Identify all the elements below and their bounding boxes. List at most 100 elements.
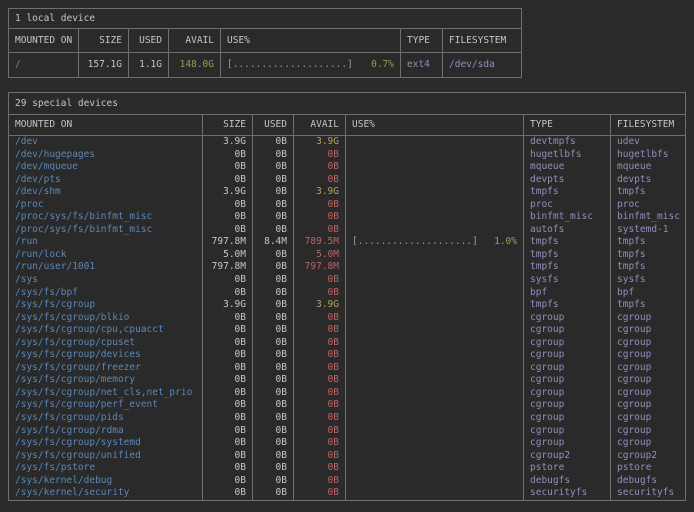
usage-percent: 0.7%: [371, 53, 394, 77]
used-value: 0B: [253, 224, 294, 237]
table-row: /dev/pts 0B 0B 0B devpts devpts: [9, 174, 685, 187]
size-value: 0B: [203, 274, 253, 287]
used-value: 0B: [253, 450, 294, 463]
table-row: /sys/fs/cgroup/freezer 0B 0B 0B cgroup c…: [9, 362, 685, 375]
used-value: 0B: [253, 174, 294, 187]
table-row: /dev/hugepages 0B 0B 0B hugetlbfs hugetl…: [9, 149, 685, 162]
avail-value: 0B: [294, 174, 346, 187]
mount-point: /run/user/1001: [9, 261, 203, 274]
mount-point: /dev/pts: [9, 174, 203, 187]
avail-value: 0B: [294, 274, 346, 287]
avail-value: 0B: [294, 437, 346, 450]
fs-type: tmpfs: [524, 236, 611, 249]
usage-bar-cell: [346, 249, 524, 262]
special-devices-table: 29 special devices MOUNTED ON SIZE USED …: [8, 92, 686, 501]
usage-bar-cell: [346, 287, 524, 300]
usage-bar: [....................]: [352, 236, 478, 249]
table-row: /sys/fs/cgroup/rdma 0B 0B 0B cgroup cgro…: [9, 425, 685, 438]
avail-value: 0B: [294, 287, 346, 300]
size-value: 0B: [203, 362, 253, 375]
used-value: 0B: [253, 249, 294, 262]
fs-type: ext4: [401, 53, 443, 77]
fs-type: cgroup: [524, 362, 611, 375]
usage-bar-cell: [346, 186, 524, 199]
mount-point: /: [9, 53, 79, 77]
used-value: 0B: [253, 136, 294, 149]
header-type: TYPE: [401, 29, 443, 52]
fs-type: sysfs: [524, 274, 611, 287]
table-row: /sys/fs/cgroup/memory 0B 0B 0B cgroup cg…: [9, 374, 685, 387]
header-filesystem: FILESYSTEM: [611, 115, 685, 135]
used-value: 0B: [253, 374, 294, 387]
special-table-rows: /dev 3.9G 0B 3.9G devtmpfs udev /dev/hug…: [9, 136, 685, 500]
filesystem: cgroup: [611, 387, 685, 400]
header-filesystem: FILESYSTEM: [443, 29, 521, 52]
size-value: 0B: [203, 425, 253, 438]
avail-value: 0B: [294, 337, 346, 350]
used-value: 0B: [253, 437, 294, 450]
table-row: /dev/mqueue 0B 0B 0B mqueue mqueue: [9, 161, 685, 174]
fs-type: cgroup: [524, 437, 611, 450]
usage-bar-cell: [....................]0.7%: [221, 53, 401, 77]
filesystem: cgroup: [611, 437, 685, 450]
size-value: 3.9G: [203, 186, 253, 199]
fs-type: cgroup: [524, 312, 611, 325]
size-value: 0B: [203, 337, 253, 350]
table-row: /sys/fs/cgroup/perf_event 0B 0B 0B cgrou…: [9, 399, 685, 412]
table-row: /sys/fs/cgroup/cpu,cpuacct 0B 0B 0B cgro…: [9, 324, 685, 337]
filesystem: cgroup: [611, 362, 685, 375]
used-value: 0B: [253, 299, 294, 312]
table-row: /sys/kernel/security 0B 0B 0B securityfs…: [9, 487, 685, 500]
table-row: /dev 3.9G 0B 3.9G devtmpfs udev: [9, 136, 685, 149]
usage-bar-cell: [346, 299, 524, 312]
table-row: /run/lock 5.0M 0B 5.0M tmpfs tmpfs: [9, 249, 685, 262]
size-value: 0B: [203, 312, 253, 325]
table-row: /sys/fs/cgroup/systemd 0B 0B 0B cgroup c…: [9, 437, 685, 450]
usage-bar-cell: [346, 437, 524, 450]
used-value: 0B: [253, 425, 294, 438]
avail-value: 797.8M: [294, 261, 346, 274]
filesystem: devpts: [611, 174, 685, 187]
local-table-rows: / 157.1G 1.1G 148.0G [..................…: [9, 53, 521, 77]
used-value: 0B: [253, 412, 294, 425]
usage-bar-cell: [346, 387, 524, 400]
size-value: 0B: [203, 161, 253, 174]
mount-point: /sys/fs/cgroup/devices: [9, 349, 203, 362]
usage-bar-cell: [346, 324, 524, 337]
mount-point: /sys/fs/cgroup/cpu,cpuacct: [9, 324, 203, 337]
used-value: 0B: [253, 487, 294, 500]
mount-point: /sys/fs/bpf: [9, 287, 203, 300]
mount-point: /dev/mqueue: [9, 161, 203, 174]
avail-value: 5.0M: [294, 249, 346, 262]
fs-type: tmpfs: [524, 299, 611, 312]
table-row: /sys/fs/cgroup/pids 0B 0B 0B cgroup cgro…: [9, 412, 685, 425]
table-row: /sys/fs/cgroup/cpuset 0B 0B 0B cgroup cg…: [9, 337, 685, 350]
table-row: /proc 0B 0B 0B proc proc: [9, 199, 685, 212]
avail-value: 0B: [294, 312, 346, 325]
usage-bar-cell: [346, 199, 524, 212]
used-value: 0B: [253, 337, 294, 350]
usage-bar-cell: [....................]1.0%: [346, 236, 524, 249]
fs-type: debugfs: [524, 475, 611, 488]
used-value: 0B: [253, 199, 294, 212]
size-value: 0B: [203, 349, 253, 362]
mount-point: /sys/kernel/security: [9, 487, 203, 500]
mount-point: /dev: [9, 136, 203, 149]
fs-type: cgroup: [524, 412, 611, 425]
usage-bar-cell: [346, 362, 524, 375]
filesystem: cgroup: [611, 337, 685, 350]
fs-type: devtmpfs: [524, 136, 611, 149]
mount-point: /dev/hugepages: [9, 149, 203, 162]
usage-bar-cell: [346, 224, 524, 237]
header-use-percent: USE%: [221, 29, 401, 52]
mount-point: /sys/fs/cgroup/freezer: [9, 362, 203, 375]
used-value: 0B: [253, 387, 294, 400]
fs-type: mqueue: [524, 161, 611, 174]
fs-type: tmpfs: [524, 186, 611, 199]
used-value: 0B: [253, 362, 294, 375]
used-value: 1.1G: [129, 53, 169, 77]
size-value: 797.8M: [203, 261, 253, 274]
usage-bar-cell: [346, 312, 524, 325]
fs-type: cgroup: [524, 425, 611, 438]
table-row: /sys/fs/cgroup/devices 0B 0B 0B cgroup c…: [9, 349, 685, 362]
